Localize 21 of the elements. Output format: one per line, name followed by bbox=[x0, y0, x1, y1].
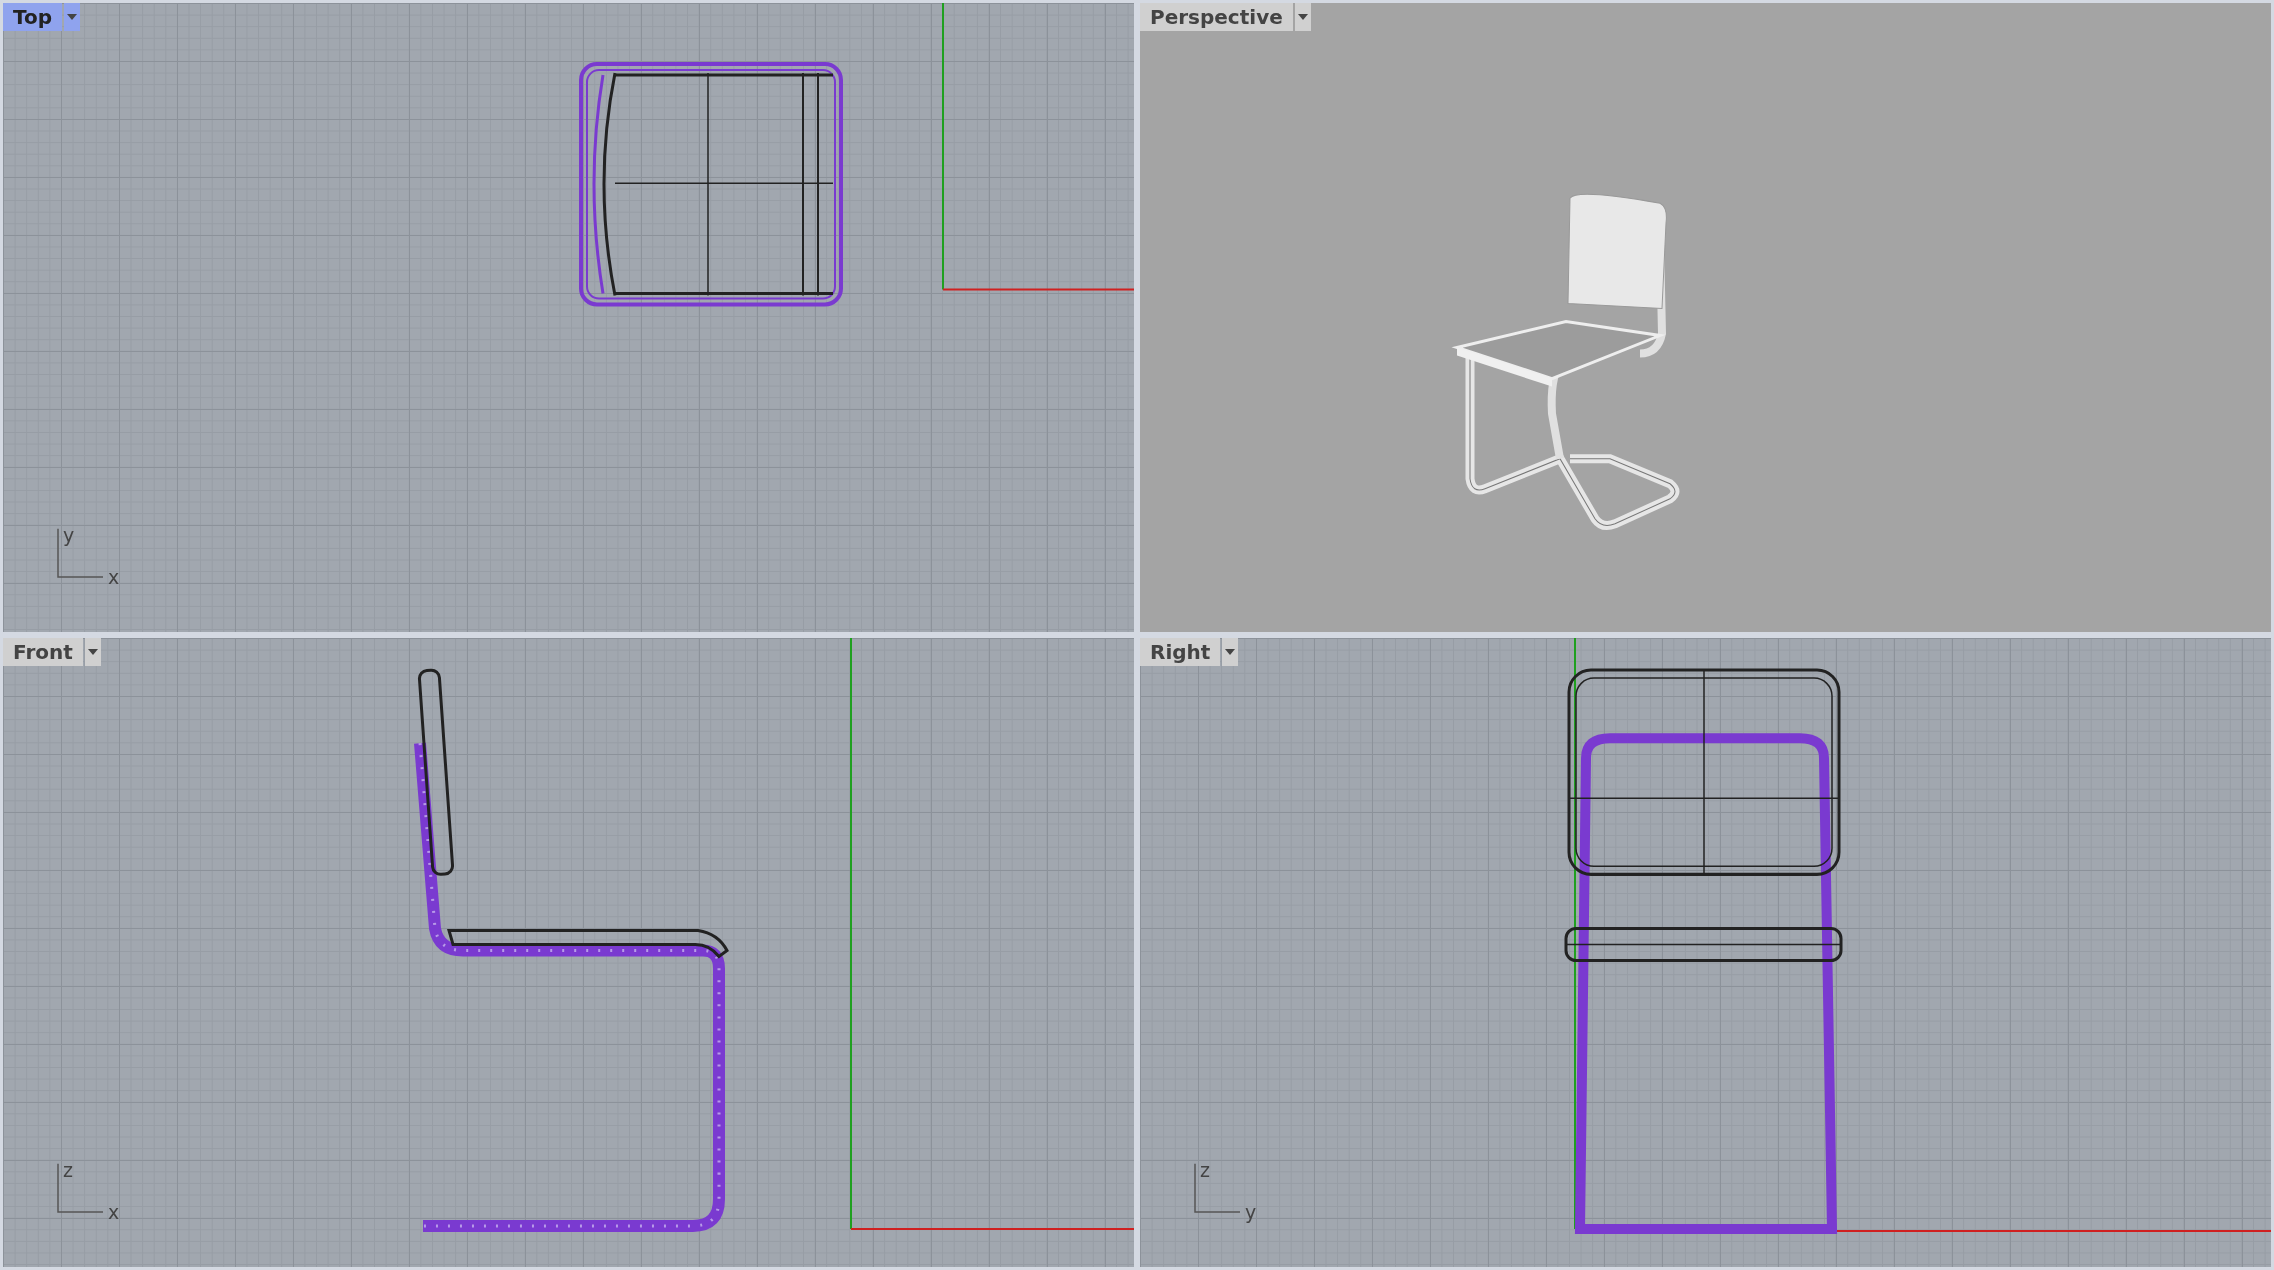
axis-label: x bbox=[108, 1200, 120, 1223]
viewport-tab[interactable]: Top bbox=[3, 3, 63, 31]
viewport-panel[interactable]: z y Right bbox=[1140, 638, 2271, 1267]
axis-label: z bbox=[63, 1158, 73, 1181]
viewport-tab[interactable]: Perspective bbox=[1140, 3, 1293, 31]
viewport-tab[interactable]: Right bbox=[1140, 638, 1221, 666]
axis-label: y bbox=[1245, 1200, 1257, 1223]
axis-icon bbox=[57, 528, 104, 578]
viewport-panel[interactable]: Perspective bbox=[1140, 3, 2271, 632]
caret-icon[interactable] bbox=[1222, 638, 1239, 666]
axis-icon bbox=[1194, 1163, 1241, 1213]
caret-icon[interactable] bbox=[84, 638, 101, 666]
caret-icon[interactable] bbox=[1294, 3, 1311, 31]
viewport-panel[interactable]: z x Front bbox=[3, 638, 1134, 1267]
viewport-tab[interactable]: Front bbox=[3, 638, 83, 666]
axis-label: y bbox=[63, 523, 75, 546]
caret-icon[interactable] bbox=[64, 3, 81, 31]
axis-label: x bbox=[108, 565, 120, 588]
axis-label: z bbox=[1200, 1158, 1210, 1181]
axis-icon bbox=[57, 1163, 104, 1213]
viewport-panel[interactable]: y x Top bbox=[3, 3, 1134, 632]
